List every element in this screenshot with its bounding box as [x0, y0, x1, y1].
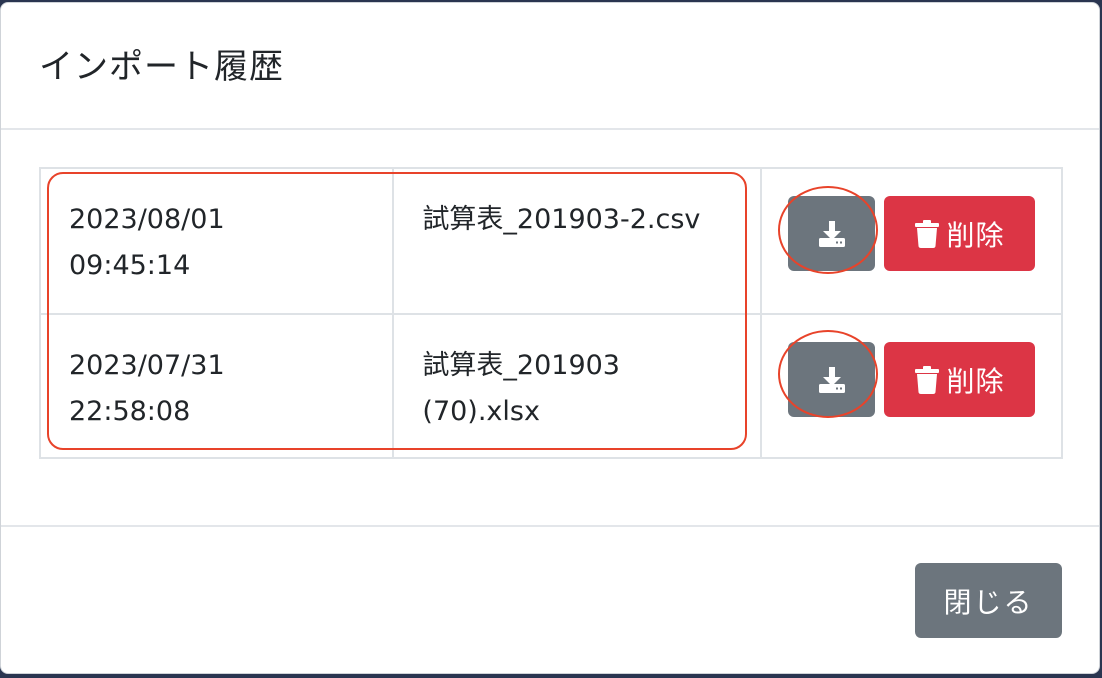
actions-cell: 削除 — [760, 313, 1063, 459]
modal-footer: 閉じる — [1, 527, 1099, 673]
actions-cell: 削除 — [760, 167, 1063, 315]
download-button[interactable] — [788, 342, 876, 417]
delete-button[interactable]: 削除 — [884, 342, 1036, 417]
modal-header: インポート履歴 — [1, 3, 1099, 130]
import-history-table: 2023/08/01 09:45:14 試算表_201903-2.csv 削除 … — [38, 167, 1063, 459]
import-time: 22:58:08 — [69, 396, 191, 427]
table-row: 2023/07/31 22:58:08 試算表_201903 (70).xlsx — [38, 313, 1063, 459]
modal-title: インポート履歴 — [39, 47, 284, 87]
trash-icon — [914, 219, 939, 248]
date-cell: 2023/08/01 09:45:14 — [38, 167, 395, 315]
table-row: 2023/08/01 09:45:14 試算表_201903-2.csv 削除 — [38, 167, 1063, 315]
download-icon — [818, 220, 845, 247]
delete-label: 削除 — [946, 218, 1005, 252]
trash-icon — [914, 365, 939, 394]
modal-body: 2023/08/01 09:45:14 試算表_201903-2.csv 削除 … — [1, 130, 1099, 527]
filename-cell: 試算表_201903 (70).xlsx — [392, 313, 763, 459]
import-history-modal: インポート履歴 2023/08/01 09:45:14 試算表_201903-2… — [0, 2, 1100, 674]
date-cell: 2023/07/31 22:58:08 — [38, 313, 395, 459]
filename-cell: 試算表_201903-2.csv — [392, 167, 763, 315]
import-time: 09:45:14 — [69, 250, 191, 281]
delete-label: 削除 — [946, 364, 1005, 398]
import-date: 2023/08/01 — [69, 204, 225, 235]
close-button[interactable]: 閉じる — [915, 563, 1062, 638]
download-button[interactable] — [788, 196, 876, 271]
download-icon — [818, 366, 845, 393]
import-date: 2023/07/31 — [69, 350, 225, 381]
delete-button[interactable]: 削除 — [884, 196, 1036, 271]
import-filename: 試算表_201903-2.csv — [422, 204, 701, 235]
import-filename: 試算表_201903 (70).xlsx — [422, 350, 620, 427]
